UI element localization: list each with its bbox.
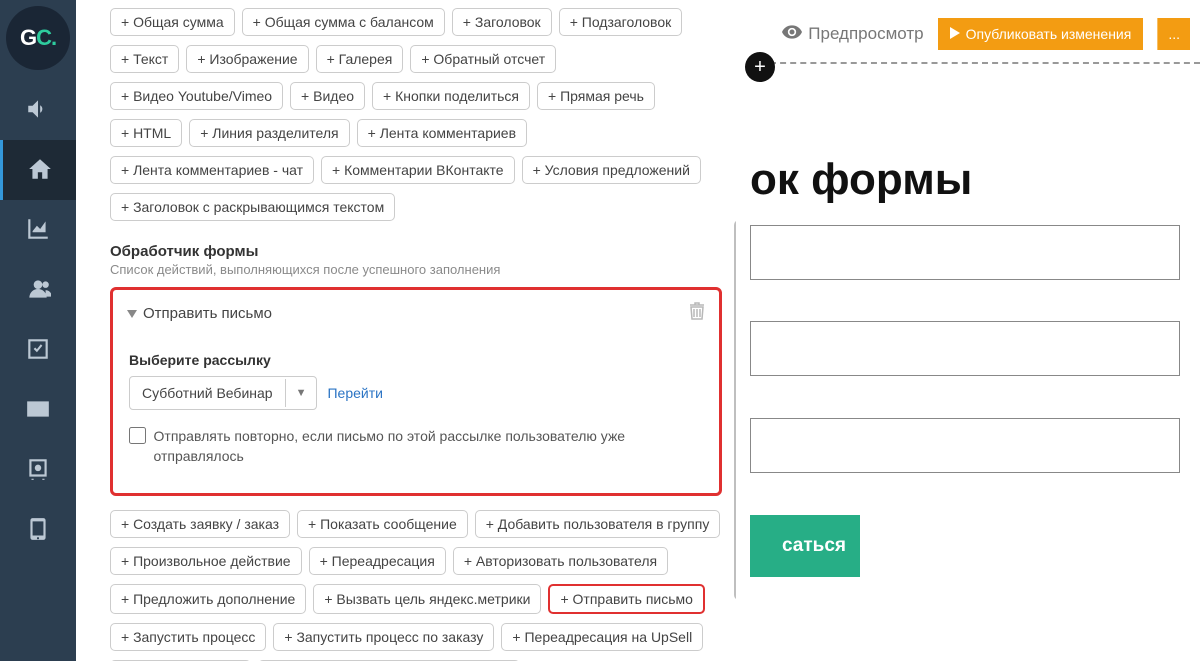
sidebar-item-mail[interactable]: [0, 380, 76, 440]
home-icon: [27, 156, 53, 185]
action-button[interactable]: + Создать заявку / заказ: [110, 510, 290, 538]
action-button[interactable]: + Запустить процесс: [110, 623, 266, 651]
form-field-3[interactable]: [750, 418, 1180, 473]
action-button[interactable]: + Переадресация на UpSell: [501, 623, 703, 651]
block-button[interactable]: + Общая сумма с балансом: [242, 8, 445, 36]
block-button[interactable]: + Галерея: [316, 45, 404, 73]
action-buttons-bottom: + Создать заявку / заказ+ Показать сообщ…: [96, 510, 736, 661]
sidebar-item-analytics[interactable]: [0, 200, 76, 260]
preview-link[interactable]: Предпросмотр: [782, 24, 923, 44]
action-button[interactable]: + Произвольное действие: [110, 547, 302, 575]
card-toggle[interactable]: Отправить письмо: [127, 305, 272, 322]
block-button[interactable]: + Лента комментариев - чат: [110, 156, 314, 184]
block-button[interactable]: + Изображение: [186, 45, 308, 73]
block-button[interactable]: + Лента комментариев: [357, 119, 527, 147]
safe-icon: [25, 456, 51, 485]
block-button[interactable]: + Видео Youtube/Vimeo: [110, 82, 283, 110]
block-button[interactable]: + Заголовок с раскрывающимся текстом: [110, 193, 395, 221]
mailing-select[interactable]: Субботний Вебинар ▼: [129, 376, 317, 410]
topbar: Предпросмотр Опубликовать изменения ...: [782, 18, 1200, 50]
go-link[interactable]: Перейти: [327, 385, 382, 401]
block-button[interactable]: + Прямая речь: [537, 82, 655, 110]
action-button[interactable]: + Предложить дополнение: [110, 584, 306, 614]
action-button[interactable]: + Переадресация: [309, 547, 446, 575]
publish-label: Опубликовать изменения: [966, 26, 1132, 42]
card-title: Отправить письмо: [143, 305, 272, 322]
form-field-2[interactable]: [750, 321, 1180, 376]
action-button[interactable]: + Отправить письмо: [548, 584, 704, 614]
block-button[interactable]: + Обратный отсчет: [410, 45, 556, 73]
section-divider: [770, 62, 1200, 64]
action-button[interactable]: + Вызвать цель яндекс.метрики: [313, 584, 541, 614]
publish-button[interactable]: Опубликовать изменения: [938, 18, 1144, 50]
block-button[interactable]: + Подзаголовок: [559, 8, 683, 36]
scrollbar[interactable]: [734, 220, 736, 600]
action-card-send-mail: Отправить письмо Выберите рассылку Суббо…: [110, 287, 722, 496]
block-button[interactable]: + Текст: [110, 45, 179, 73]
sidebar-item-users[interactable]: [0, 260, 76, 320]
section-subtitle: Список действий, выполняющихся после усп…: [96, 262, 736, 287]
more-button[interactable]: ...: [1157, 18, 1190, 50]
section-title: Обработчик формы: [96, 223, 736, 262]
users-icon: [25, 276, 51, 305]
resend-checkbox[interactable]: [129, 427, 146, 444]
block-buttons-top: + Общая сумма+ Общая сумма с балансом+ З…: [96, 8, 736, 223]
logo-g: G: [20, 25, 36, 51]
sidebar-item-mobile[interactable]: [0, 500, 76, 560]
dropdown-arrow-icon: ▼: [285, 379, 317, 407]
mobile-icon: [25, 516, 51, 545]
logo-c: C.: [36, 25, 56, 51]
preview-label: Предпросмотр: [808, 24, 923, 44]
sound-icon: [25, 96, 51, 125]
form-field-1[interactable]: [750, 225, 1180, 280]
eye-icon: [782, 24, 802, 44]
sidebar: GC.: [0, 0, 76, 661]
delete-card-button[interactable]: [689, 302, 705, 324]
block-button[interactable]: + HTML: [110, 119, 182, 147]
check-icon: [25, 336, 51, 365]
block-button[interactable]: + Видео: [290, 82, 365, 110]
submit-label: саться: [782, 535, 846, 557]
action-button[interactable]: + Авторизовать пользователя: [453, 547, 668, 575]
form-submit-button[interactable]: саться: [750, 515, 860, 577]
block-button[interactable]: + Кнопки поделиться: [372, 82, 530, 110]
trash-icon: [689, 307, 705, 324]
resend-checkbox-row[interactable]: Отправлять повторно, если письмо по этой…: [127, 410, 705, 467]
page-title: ок формы: [750, 155, 972, 205]
play-icon: [950, 26, 960, 42]
sidebar-item-sound[interactable]: [0, 80, 76, 140]
chart-icon: [25, 216, 51, 245]
mail-icon: [25, 396, 51, 425]
editor-panel: + Общая сумма+ Общая сумма с балансом+ З…: [96, 0, 736, 661]
sidebar-item-home[interactable]: [0, 140, 76, 200]
block-button[interactable]: + Общая сумма: [110, 8, 235, 36]
sidebar-item-tasks[interactable]: [0, 320, 76, 380]
add-section-button[interactable]: +: [745, 52, 775, 82]
block-button[interactable]: + Комментарии ВКонтакте: [321, 156, 515, 184]
resend-checkbox-label: Отправлять повторно, если письмо по этой…: [154, 426, 703, 467]
chevron-down-icon: [127, 305, 137, 322]
action-button[interactable]: + Запустить процесс по заказу: [273, 623, 494, 651]
field-label: Выберите рассылку: [127, 338, 705, 376]
action-button[interactable]: + Показать сообщение: [297, 510, 468, 538]
block-button[interactable]: + Условия предложений: [522, 156, 701, 184]
sidebar-item-safe[interactable]: [0, 440, 76, 500]
logo[interactable]: GC.: [6, 6, 70, 70]
block-button[interactable]: + Линия разделителя: [189, 119, 349, 147]
select-value: Субботний Вебинар: [130, 377, 285, 409]
block-button[interactable]: + Заголовок: [452, 8, 552, 36]
action-button[interactable]: + Добавить пользователя в группу: [475, 510, 721, 538]
